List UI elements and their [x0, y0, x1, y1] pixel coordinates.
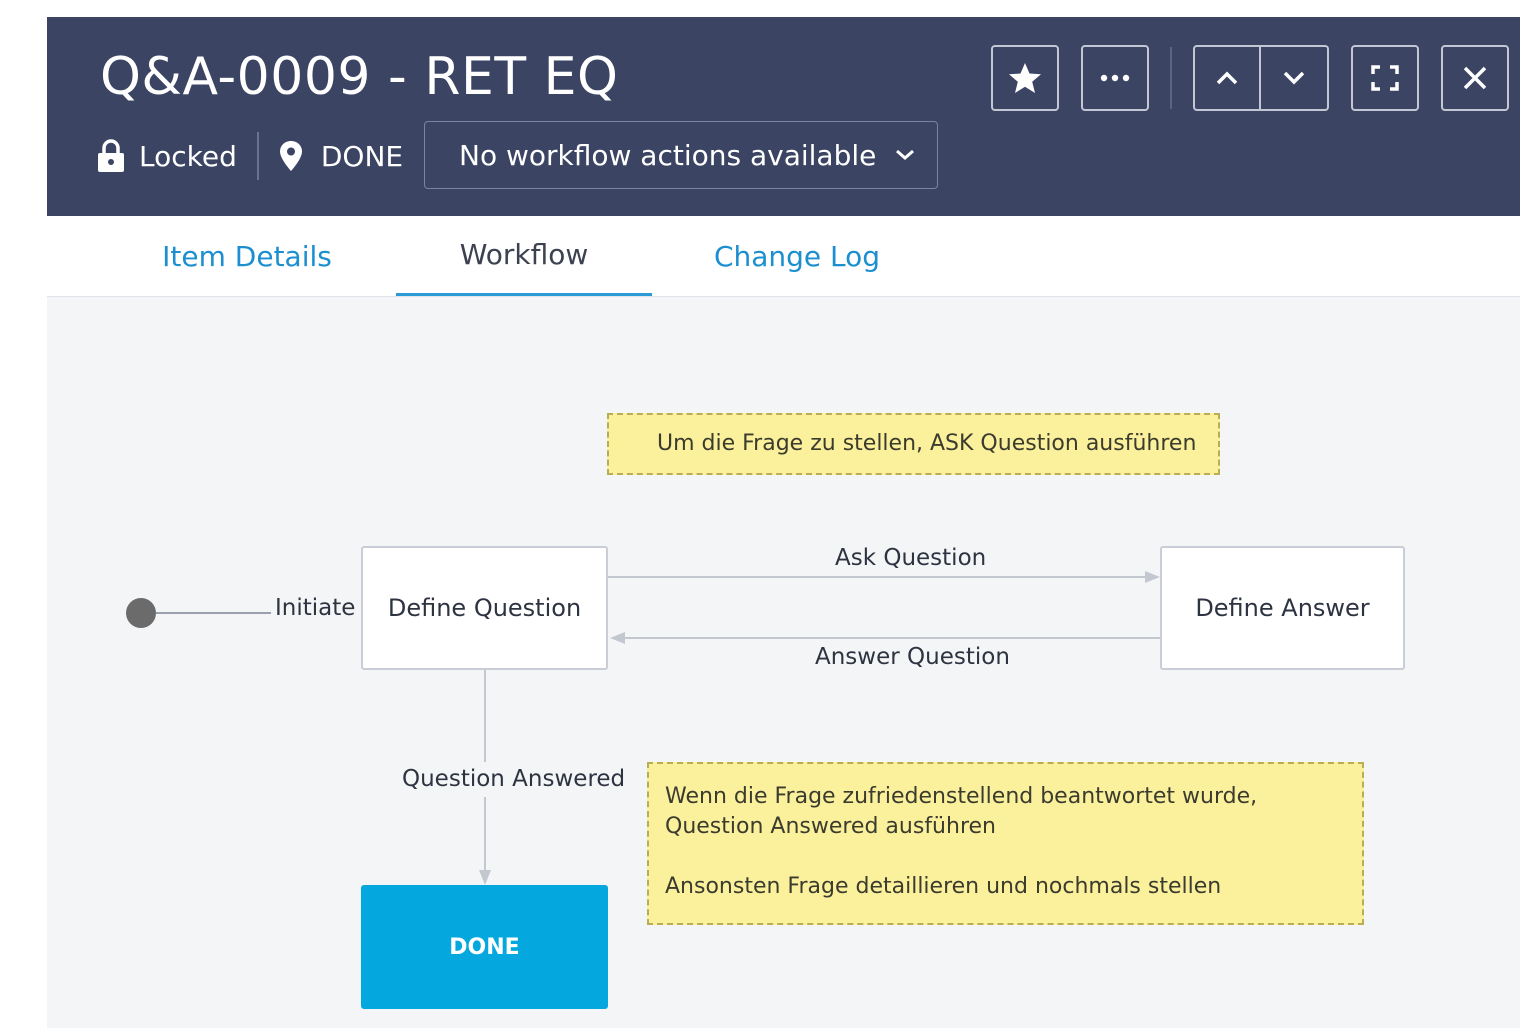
answer-question-arrow	[610, 632, 625, 644]
state-define-question-label: Define Question	[387, 594, 582, 622]
note-top-text: Um die Frage zu stellen, ASK Question au…	[657, 431, 1197, 456]
start-node	[126, 598, 156, 628]
answer-question-label: Answer Question	[815, 644, 1010, 670]
workspace-panel: Q&A-0009 - RET EQ Locked DONE No workflo…	[47, 17, 1520, 1028]
question-answered-label: Question Answered	[402, 766, 626, 792]
state-define-answer-label: Define Answer	[1195, 594, 1370, 622]
note-top: Um die Frage zu stellen, ASK Question au…	[607, 413, 1220, 475]
state-done[interactable]: DONE	[361, 885, 608, 1009]
question-answered-arrow	[479, 870, 491, 885]
ask-question-arrow	[1145, 571, 1160, 583]
ask-question-label: Ask Question	[835, 545, 987, 571]
note-bottom: Wenn die Frage zufriedenstellend beantwo…	[647, 762, 1364, 925]
note-bottom-line1: Wenn die Frage zufriedenstellend beantwo…	[665, 784, 1258, 839]
state-define-question[interactable]: Define Question	[361, 546, 608, 670]
state-done-label: DONE	[449, 934, 520, 960]
note-bottom-line2: Ansonsten Frage detaillieren und nochmal…	[665, 874, 1222, 899]
state-define-answer[interactable]: Define Answer	[1160, 546, 1405, 670]
initiate-label: Initiate	[275, 595, 356, 621]
